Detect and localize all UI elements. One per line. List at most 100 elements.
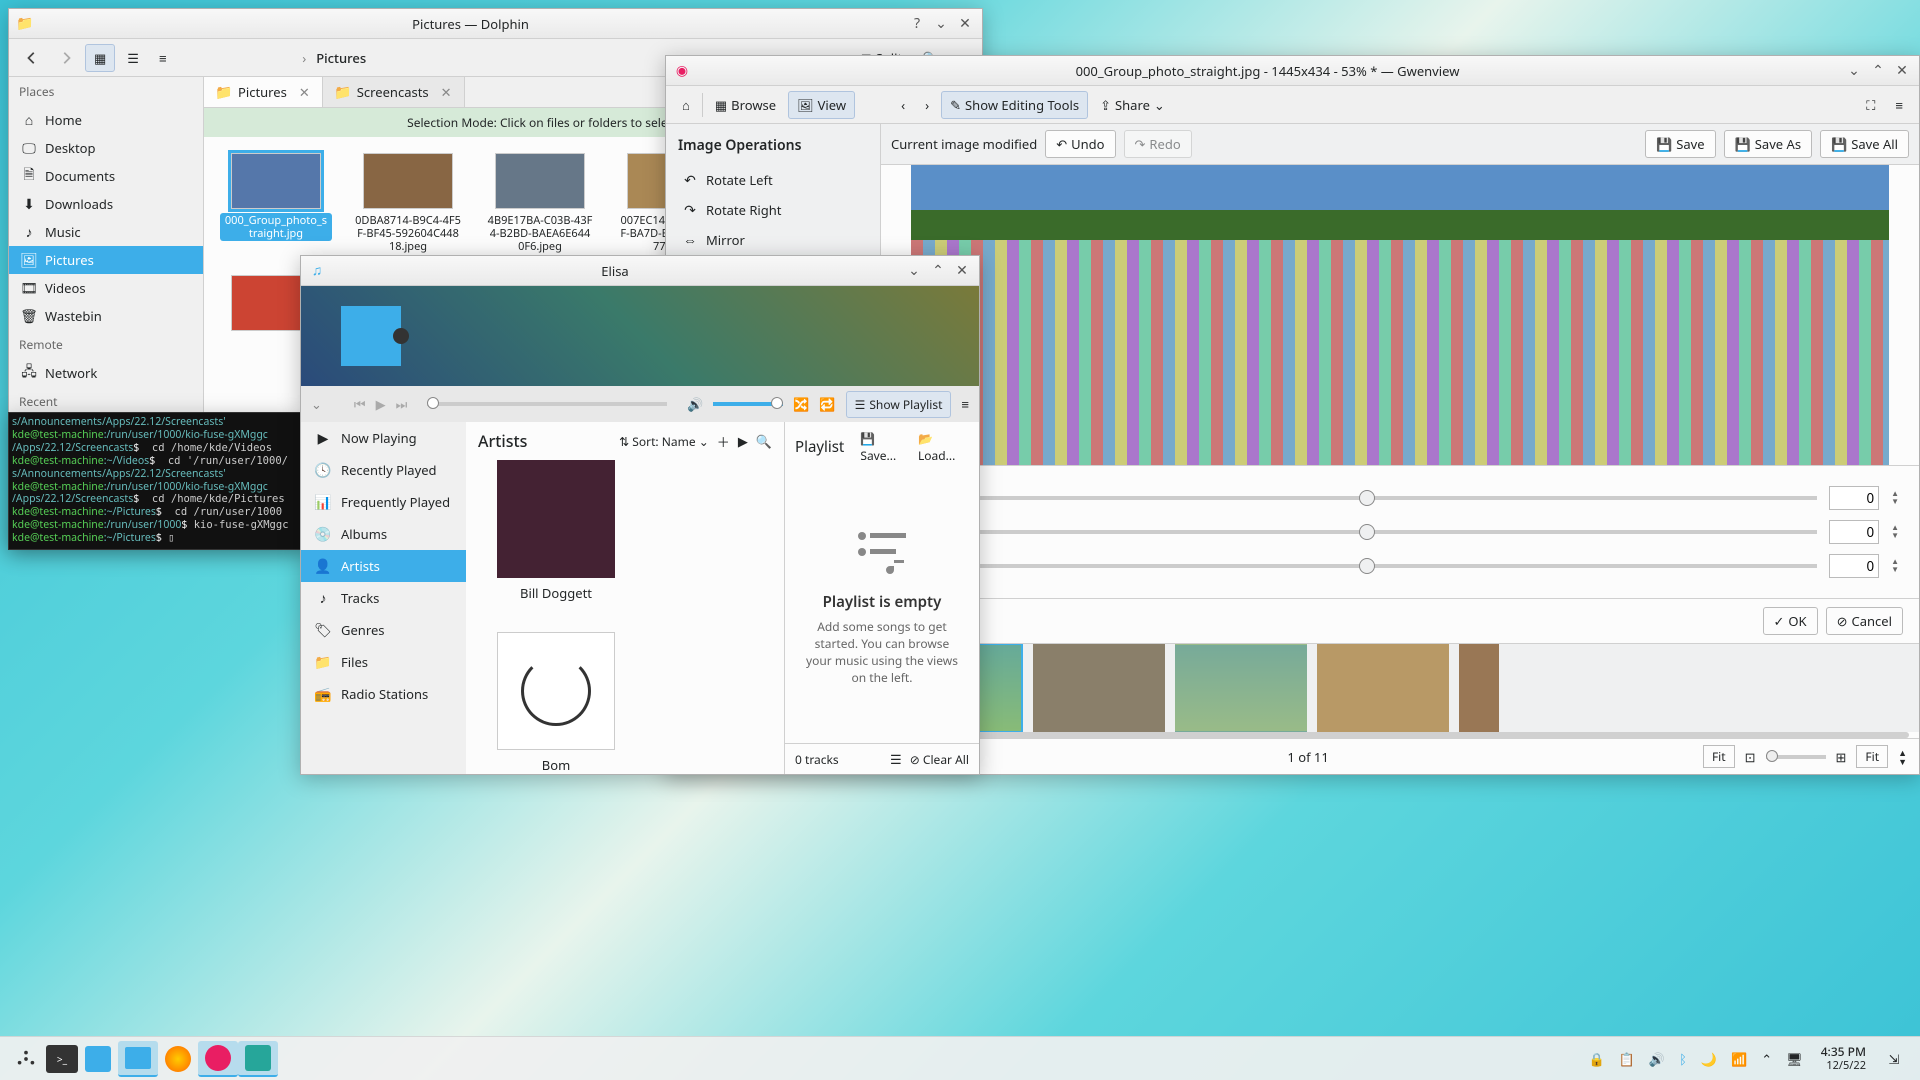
places-item-videos[interactable]: 🎞Videos (9, 274, 203, 302)
places-item-network[interactable]: 🖧Network (9, 359, 203, 387)
spin-down[interactable]: ▼ (1891, 532, 1899, 540)
spin-down[interactable]: ▼ (1891, 566, 1899, 574)
undo-button[interactable]: ↶ Undo (1045, 130, 1115, 158)
show-playlist-button[interactable]: ☰ Show Playlist (846, 391, 952, 418)
next-button[interactable]: › (917, 92, 937, 118)
nav-albums[interactable]: 💿Albums (301, 518, 466, 550)
dolphin-titlebar[interactable]: 📁 Pictures — Dolphin ? ⌄ ✕ (9, 9, 982, 39)
thumbnail[interactable] (1175, 643, 1307, 732)
forward-button[interactable] (51, 47, 81, 69)
browse-button[interactable]: ▦ Browse (707, 92, 784, 118)
close-tab-icon[interactable]: ✕ (299, 83, 310, 101)
show-desktop-button[interactable]: ⇲ (1874, 1041, 1914, 1077)
icon-view-button[interactable]: ▦ (85, 44, 115, 72)
konsole-window[interactable]: s/Announcements/Apps/22.12/Screencasts' … (8, 412, 301, 550)
sort-button[interactable]: ⇅ Sort: Name ⌄ (619, 433, 709, 450)
help-icon[interactable]: ? (908, 15, 926, 33)
prev-track-button[interactable]: ⏮ (354, 395, 366, 413)
saveall-button[interactable]: 💾 Save All (1820, 130, 1909, 158)
cancel-button[interactable]: ⊘ Cancel (1826, 607, 1903, 635)
spin-1[interactable] (1829, 486, 1879, 510)
file-item[interactable]: 0DBA8714-B9C4-4F5F-BF45-592604C44818.jpe… (352, 153, 464, 255)
tab-pictures[interactable]: 📁Pictures✕ (204, 77, 323, 107)
slider-1[interactable] (901, 496, 1817, 500)
nav-tracks[interactable]: ♪Tracks (301, 582, 466, 614)
task-elisa[interactable] (238, 1041, 278, 1077)
tray-volume-icon[interactable]: 🔊 (1649, 1050, 1665, 1068)
play-all-button[interactable]: ▶ (738, 432, 748, 450)
view-button[interactable]: 🖼 View (788, 91, 855, 119)
zoom-slider[interactable] (1766, 755, 1826, 759)
task-konsole[interactable]: >_ (46, 1045, 78, 1073)
artist-item[interactable]: Bill Doggett (496, 460, 616, 602)
terminal-output[interactable]: s/Announcements/Apps/22.12/Screencasts' … (9, 413, 300, 548)
places-item-downloads[interactable]: ⬇Downloads (9, 190, 203, 218)
home-button[interactable]: ⌂ (674, 92, 698, 118)
spin-3[interactable] (1829, 554, 1879, 578)
shuffle-button[interactable]: 🔀 (793, 395, 809, 413)
thumbnail[interactable] (1317, 643, 1449, 732)
editing-tools-button[interactable]: ✎ Show Editing Tools (941, 91, 1088, 119)
places-item-music[interactable]: ♪Music (9, 218, 203, 246)
minimize-icon[interactable]: ⌄ (932, 15, 950, 33)
details-view-button[interactable]: ≡ (151, 45, 175, 71)
menu-button[interactable]: ≡ (1887, 92, 1911, 118)
load-playlist-button[interactable]: 📂 Load... (918, 430, 969, 464)
minimize-icon[interactable]: ⌄ (905, 262, 923, 280)
op-rotate-right[interactable]: ↷Rotate Right (678, 195, 868, 225)
slider-2[interactable] (901, 530, 1817, 534)
play-button[interactable]: ▶ (376, 395, 386, 413)
places-item-wastebin[interactable]: 🗑Wastebin (9, 302, 203, 330)
app-launcher-button[interactable] (6, 1041, 46, 1077)
clear-all-button[interactable]: ⊘ Clear All (910, 751, 969, 768)
spin-down[interactable]: ▼ (1891, 498, 1899, 506)
nav-radio-stations[interactable]: 📻Radio Stations (301, 678, 466, 710)
tray-expand-icon[interactable]: ⌃ (1761, 1050, 1772, 1068)
maximize-icon[interactable]: ⌃ (1869, 62, 1887, 80)
clock[interactable]: 4:35 PM 12/5/22 (1813, 1045, 1874, 1073)
tray-display-icon[interactable]: 🖥 (1786, 1050, 1803, 1068)
tray-vault-icon[interactable]: 🔒 (1589, 1050, 1605, 1068)
elisa-titlebar[interactable]: ♫ Elisa ⌄ ⌃ ✕ (301, 256, 979, 286)
close-icon[interactable]: ✕ (956, 15, 974, 33)
tray-bluetooth-icon[interactable]: ᛒ (1679, 1050, 1687, 1068)
thumbnail-strip[interactable] (881, 643, 1919, 732)
nav-recently-played[interactable]: 🕓Recently Played (301, 454, 466, 486)
menu-button[interactable]: ≡ (961, 395, 969, 413)
places-item-desktop[interactable]: 🖵Desktop (9, 134, 203, 162)
places-item-home[interactable]: ⌂Home (9, 106, 203, 134)
save-playlist-button[interactable]: 💾 Save... (860, 430, 910, 464)
fullscreen-button[interactable]: ⛶ (1858, 92, 1883, 118)
tab-screencasts[interactable]: 📁Screencasts✕ (323, 77, 465, 107)
close-icon[interactable]: ✕ (1893, 62, 1911, 80)
close-icon[interactable]: ✕ (953, 262, 971, 280)
seek-bar[interactable] (427, 402, 667, 406)
nav-artists[interactable]: 👤Artists (301, 550, 466, 582)
compact-view-button[interactable]: ☰ (119, 45, 147, 71)
close-tab-icon[interactable]: ✕ (441, 83, 452, 101)
op-rotate-left[interactable]: ↶Rotate Left (678, 165, 868, 195)
nav-frequently-played[interactable]: 📊Frequently Played (301, 486, 466, 518)
gwenview-titlebar[interactable]: ◉ 000_Group_photo_straight.jpg - 1445x43… (666, 56, 1919, 86)
thumbnail[interactable] (1033, 643, 1165, 732)
thumb-scrollbar[interactable] (891, 732, 1909, 738)
back-button[interactable] (17, 47, 47, 69)
nav-files[interactable]: 📁Files (301, 646, 466, 678)
volume-slider[interactable] (713, 402, 783, 406)
image-viewport[interactable] (881, 165, 1919, 465)
file-item[interactable]: 000_Group_photo_straight.jpg (220, 153, 332, 255)
saveas-button[interactable]: 💾 Save As (1724, 130, 1812, 158)
nav-now-playing[interactable]: ▶Now Playing (301, 422, 466, 454)
file-item[interactable]: 4B9E17BA-C03B-43F4-B2BD-BAEA6E6440F6.jpe… (484, 153, 596, 255)
thumbnail[interactable] (1459, 643, 1499, 732)
add-button[interactable]: ＋ (717, 432, 730, 451)
task-gwenview[interactable] (198, 1041, 238, 1077)
collapse-icon[interactable]: ⌄ (311, 395, 322, 413)
ok-button[interactable]: ✓ OK (1763, 607, 1818, 635)
save-button[interactable]: 💾 Save (1645, 130, 1716, 158)
minimize-icon[interactable]: ⌄ (1845, 62, 1863, 80)
zoom-fit[interactable]: Fit (1703, 745, 1735, 768)
places-item-pictures[interactable]: 🖼Pictures (9, 246, 203, 274)
artist-item[interactable]: Bom (496, 632, 616, 774)
prev-button[interactable]: ‹ (893, 92, 913, 118)
